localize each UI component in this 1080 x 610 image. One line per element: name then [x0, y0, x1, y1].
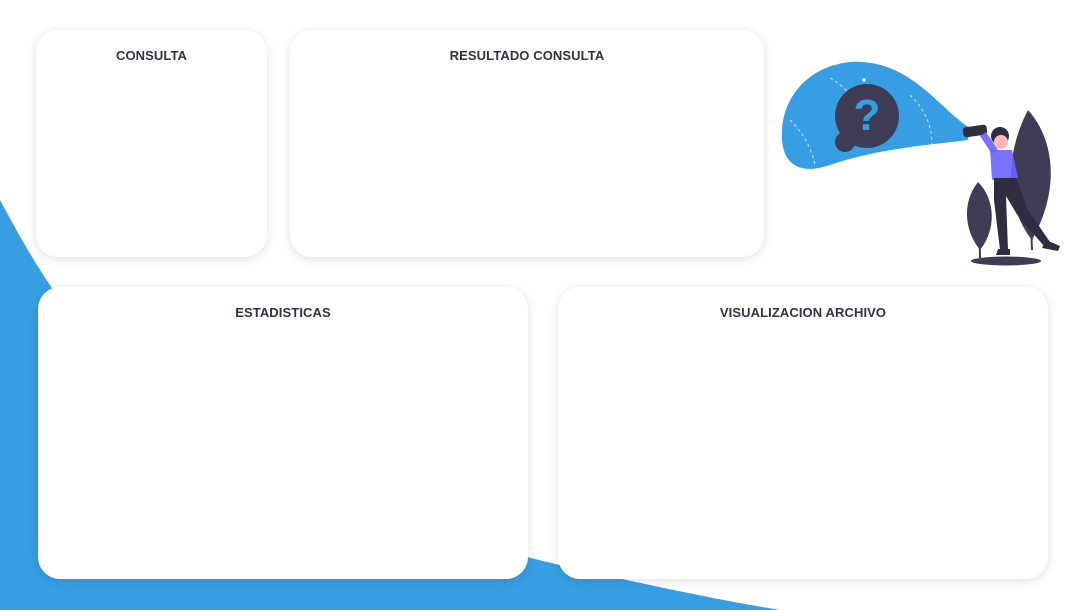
- visualizacion-archivo-panel-title: VISUALIZACION ARCHIVO: [719, 305, 887, 320]
- consulta-panel-title: CONSULTA: [115, 48, 188, 63]
- question-searchlight-illustration: ?: [781, 61, 1060, 266]
- estadisticas-panel: ESTADISTICAS: [38, 287, 528, 579]
- estadisticas-panel-title: ESTADISTICAS: [235, 305, 331, 320]
- resultado-consulta-panel: RESULTADO CONSULTA: [290, 30, 764, 257]
- consulta-panel: CONSULTA: [36, 30, 267, 257]
- resultado-consulta-panel-body: [306, 74, 748, 241]
- resultado-consulta-panel-title: RESULTADO CONSULTA: [449, 48, 605, 63]
- visualizacion-archivo-panel: VISUALIZACION ARCHIVO: [558, 287, 1048, 579]
- visualizacion-archivo-panel-body: [574, 331, 1032, 563]
- consulta-panel-body: [52, 74, 251, 241]
- estadisticas-panel-body: [54, 331, 512, 563]
- svg-text:?: ?: [854, 91, 881, 140]
